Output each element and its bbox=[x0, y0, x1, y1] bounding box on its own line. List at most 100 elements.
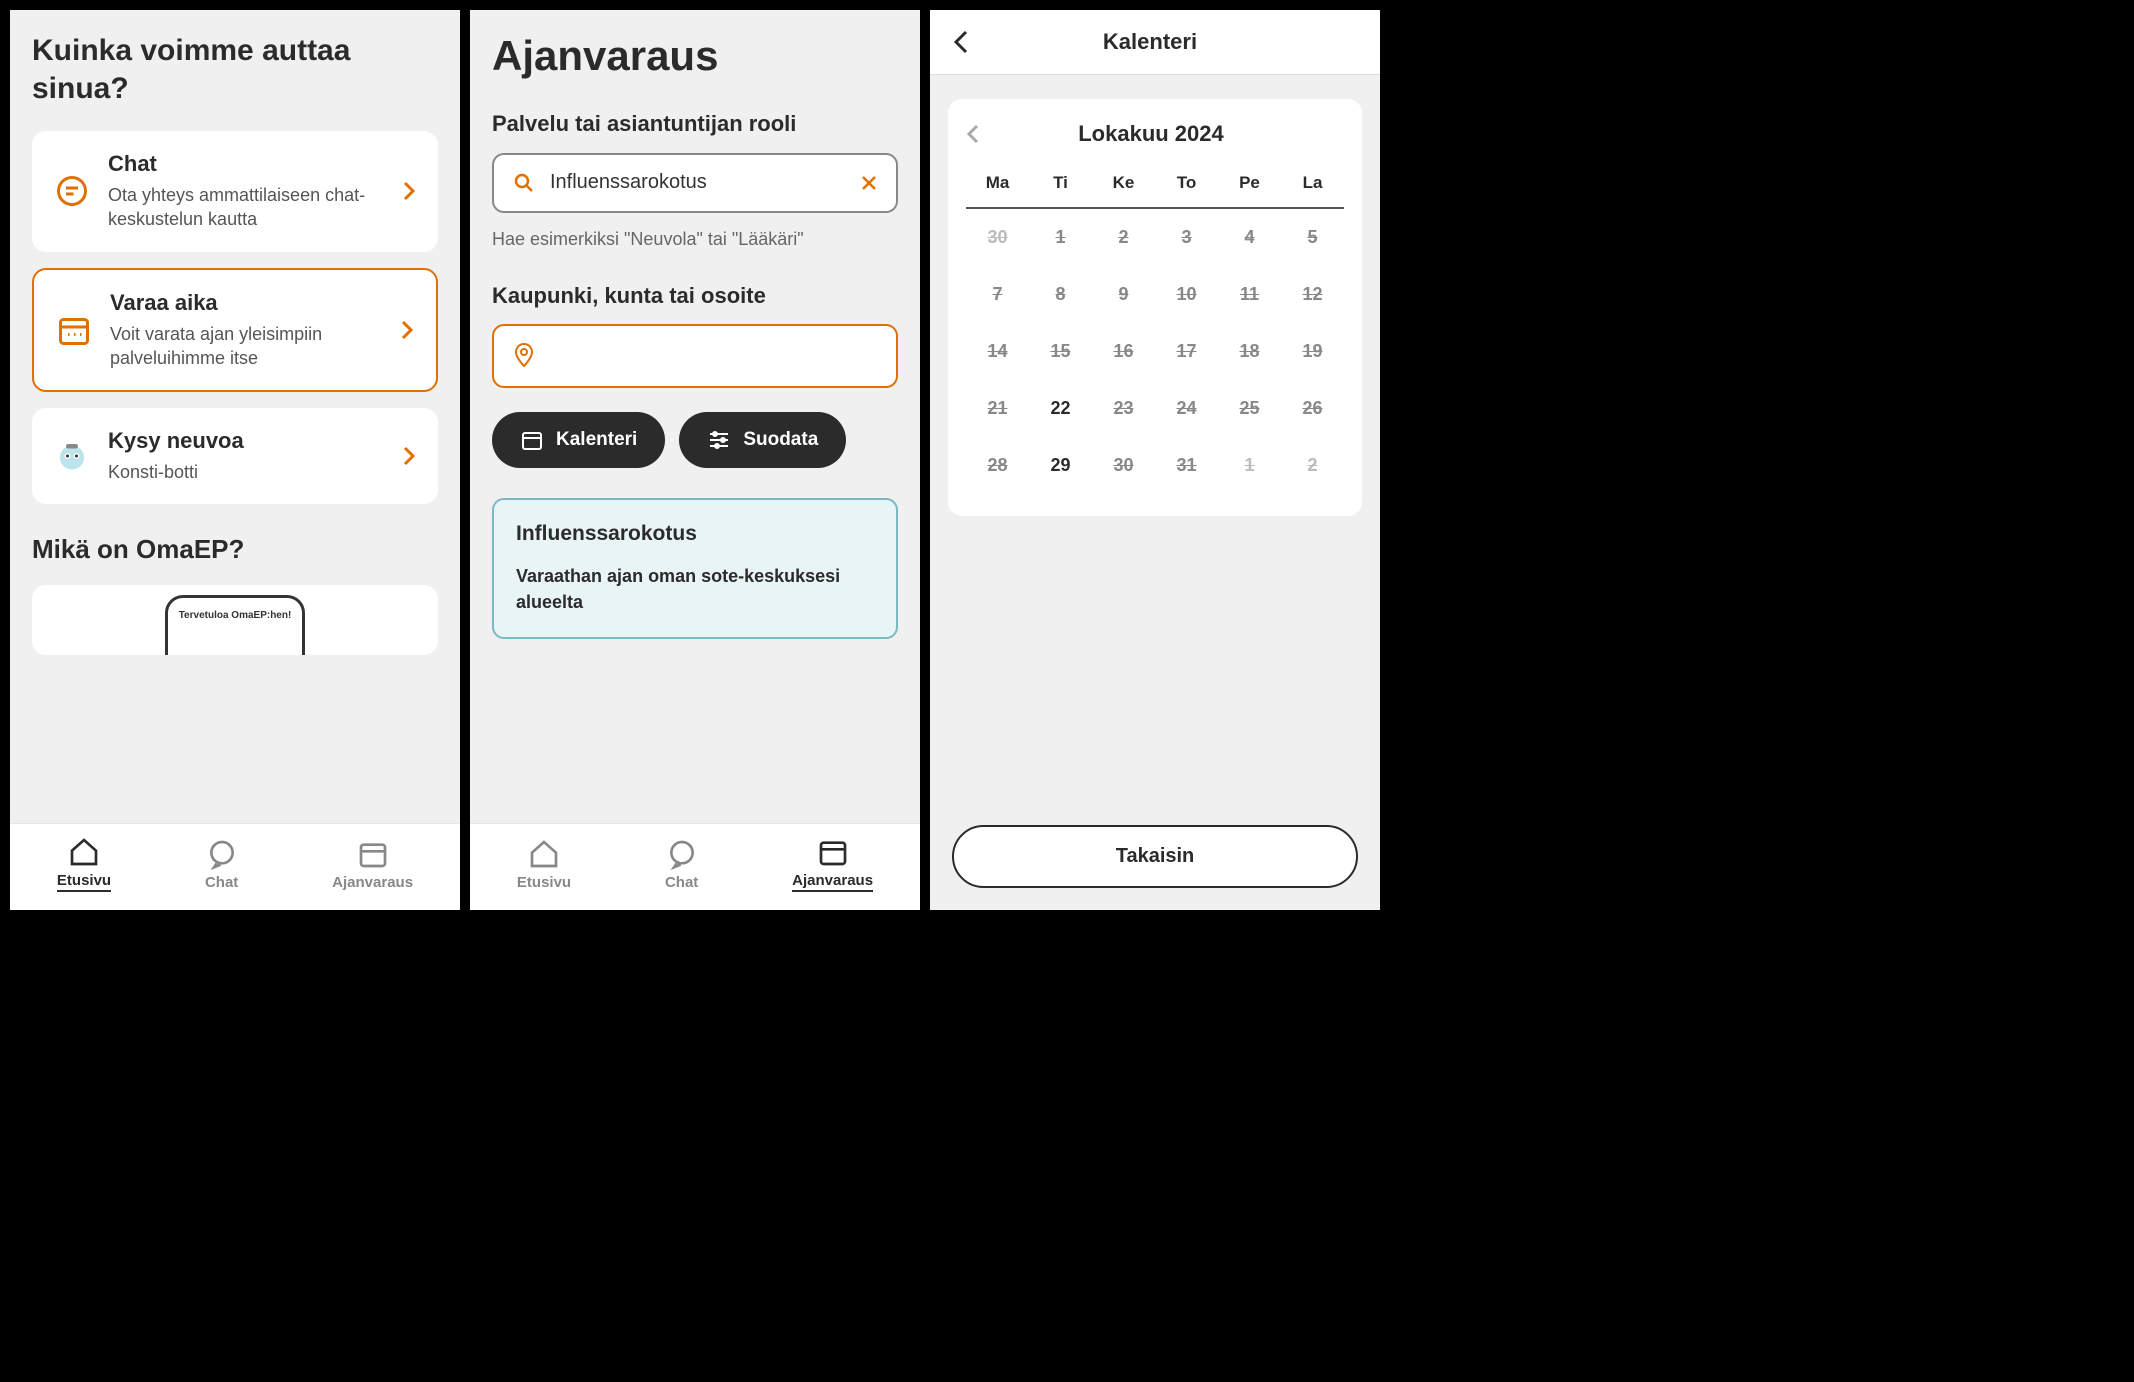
screen-content: Ajanvaraus Palvelu tai asiantuntijan roo… bbox=[470, 10, 920, 823]
location-input[interactable] bbox=[550, 345, 878, 368]
month-label: Lokakuu 2024 bbox=[980, 121, 1322, 147]
calendar-day: 19 bbox=[1281, 323, 1344, 380]
prev-month-icon[interactable] bbox=[966, 123, 980, 145]
home-icon bbox=[528, 838, 560, 870]
clear-icon[interactable] bbox=[860, 174, 878, 192]
service-search-field[interactable] bbox=[492, 153, 898, 213]
info-title: Influenssarokotus bbox=[516, 522, 874, 546]
calendar-day: 8 bbox=[1029, 266, 1092, 323]
day-header: Ke bbox=[1092, 165, 1155, 209]
service-label: Palvelu tai asiantuntijan rooli bbox=[492, 110, 898, 139]
header-title: Kalenteri bbox=[970, 29, 1330, 55]
location-search-field[interactable] bbox=[492, 324, 898, 388]
day-header: Ma bbox=[966, 165, 1029, 209]
calendar-day: 14 bbox=[966, 323, 1029, 380]
button-label: Takaisin bbox=[1116, 845, 1195, 867]
calendar-day: 28 bbox=[966, 437, 1029, 494]
day-header: Ti bbox=[1029, 165, 1092, 209]
nav-home[interactable]: Etusivu bbox=[517, 838, 571, 891]
calendar-icon bbox=[357, 838, 389, 870]
calendar-card: Lokakuu 2024 MaTiKeToPeLa301234578910111… bbox=[948, 99, 1362, 516]
calendar-day: 26 bbox=[1281, 380, 1344, 437]
nav-label: Chat bbox=[205, 874, 238, 891]
filter-row: Kalenteri Suodata bbox=[492, 412, 898, 468]
calendar-icon bbox=[817, 836, 849, 868]
calendar-day: 1 bbox=[1029, 209, 1092, 266]
card-desc: Konsti-botti bbox=[108, 460, 384, 484]
screen-calendar: Kalenteri Lokakuu 2024 MaTiKeToPeLa30123… bbox=[930, 10, 1380, 910]
day-header: Pe bbox=[1218, 165, 1281, 209]
calendar-day[interactable]: 29 bbox=[1029, 437, 1092, 494]
calendar-day: 30 bbox=[966, 209, 1029, 266]
calendar-day: 10 bbox=[1155, 266, 1218, 323]
card-title: Chat bbox=[108, 151, 384, 177]
nav-chat[interactable]: Chat bbox=[205, 838, 238, 891]
screen-home: Kuinka voimme auttaa sinua? Chat Ota yht… bbox=[10, 10, 460, 910]
card-desc: Ota yhteys ammattilaiseen chat-keskustel… bbox=[108, 183, 384, 232]
nav-chat[interactable]: Chat bbox=[665, 838, 698, 891]
nav-label: Etusivu bbox=[517, 874, 571, 891]
card-body: Chat Ota yhteys ammattilaiseen chat-kesk… bbox=[108, 151, 384, 232]
nav-booking[interactable]: Ajanvaraus bbox=[792, 836, 873, 892]
nav-home[interactable]: Etusivu bbox=[57, 836, 111, 892]
calendar-day: 23 bbox=[1092, 380, 1155, 437]
service-input[interactable] bbox=[550, 171, 846, 194]
nav-booking[interactable]: Ajanvaraus bbox=[332, 838, 413, 891]
calendar-day: 1 bbox=[1218, 437, 1281, 494]
page-title: Kuinka voimme auttaa sinua? bbox=[32, 32, 438, 107]
card-ask-advice[interactable]: Kysy neuvoa Konsti-botti bbox=[32, 408, 438, 504]
month-header: Lokakuu 2024 bbox=[966, 121, 1344, 147]
calendar-day: 11 bbox=[1218, 266, 1281, 323]
card-chat[interactable]: Chat Ota yhteys ammattilaiseen chat-kesk… bbox=[32, 131, 438, 252]
calendar-header: Kalenteri bbox=[930, 10, 1380, 75]
calendar-day: 12 bbox=[1281, 266, 1344, 323]
chevron-right-icon bbox=[402, 180, 416, 202]
filter-button[interactable]: Suodata bbox=[679, 412, 846, 468]
card-title: Varaa aika bbox=[110, 290, 382, 316]
calendar-day: 5 bbox=[1281, 209, 1344, 266]
day-header: To bbox=[1155, 165, 1218, 209]
info-body: Varaathan ajan oman sote-keskuksesi alue… bbox=[516, 564, 874, 614]
calendar-day: 17 bbox=[1155, 323, 1218, 380]
card-desc: Voit varata ajan yleisimpiin palveluihim… bbox=[110, 322, 382, 371]
nav-label: Etusivu bbox=[57, 872, 111, 892]
button-label: Kalenteri bbox=[556, 429, 637, 451]
calendar-button[interactable]: Kalenteri bbox=[492, 412, 665, 468]
calendar-day: 24 bbox=[1155, 380, 1218, 437]
card-book-appointment[interactable]: Varaa aika Voit varata ajan yleisimpiin … bbox=[32, 268, 438, 393]
calendar-day: 25 bbox=[1218, 380, 1281, 437]
chat-icon bbox=[54, 173, 90, 209]
calendar-day: 16 bbox=[1092, 323, 1155, 380]
promo-card[interactable]: Tervetuloa OmaEP:hen! bbox=[32, 585, 438, 655]
calendar-icon bbox=[56, 312, 92, 348]
chat-icon bbox=[206, 838, 238, 870]
back-icon[interactable] bbox=[952, 28, 970, 56]
chat-icon bbox=[666, 838, 698, 870]
calendar-day[interactable]: 22 bbox=[1029, 380, 1092, 437]
calendar-day: 2 bbox=[1092, 209, 1155, 266]
calendar-day: 2 bbox=[1281, 437, 1344, 494]
bottom-nav: Etusivu Chat Ajanvaraus bbox=[470, 823, 920, 910]
home-icon bbox=[68, 836, 100, 868]
card-title: Kysy neuvoa bbox=[108, 428, 384, 454]
back-button[interactable]: Takaisin bbox=[952, 825, 1358, 888]
calendar-grid: MaTiKeToPeLa3012345789101112141516171819… bbox=[966, 165, 1344, 494]
calendar-day: 30 bbox=[1092, 437, 1155, 494]
calendar-day: 4 bbox=[1218, 209, 1281, 266]
day-header: La bbox=[1281, 165, 1344, 209]
calendar-icon bbox=[520, 428, 544, 452]
card-body: Kysy neuvoa Konsti-botti bbox=[108, 428, 384, 484]
location-label: Kaupunki, kunta tai osoite bbox=[492, 282, 898, 311]
calendar-day: 31 bbox=[1155, 437, 1218, 494]
chevron-right-icon bbox=[402, 445, 416, 467]
bottom-nav: Etusivu Chat Ajanvaraus bbox=[10, 823, 460, 910]
section-subtitle: Mikä on OmaEP? bbox=[32, 534, 438, 565]
filter-icon bbox=[707, 428, 731, 452]
screen-content: Kuinka voimme auttaa sinua? Chat Ota yht… bbox=[10, 10, 460, 823]
calendar-footer: Takaisin bbox=[930, 825, 1380, 910]
calendar-day: 18 bbox=[1218, 323, 1281, 380]
calendar-day: 9 bbox=[1092, 266, 1155, 323]
nav-label: Chat bbox=[665, 874, 698, 891]
nav-label: Ajanvaraus bbox=[332, 874, 413, 891]
calendar-day: 7 bbox=[966, 266, 1029, 323]
